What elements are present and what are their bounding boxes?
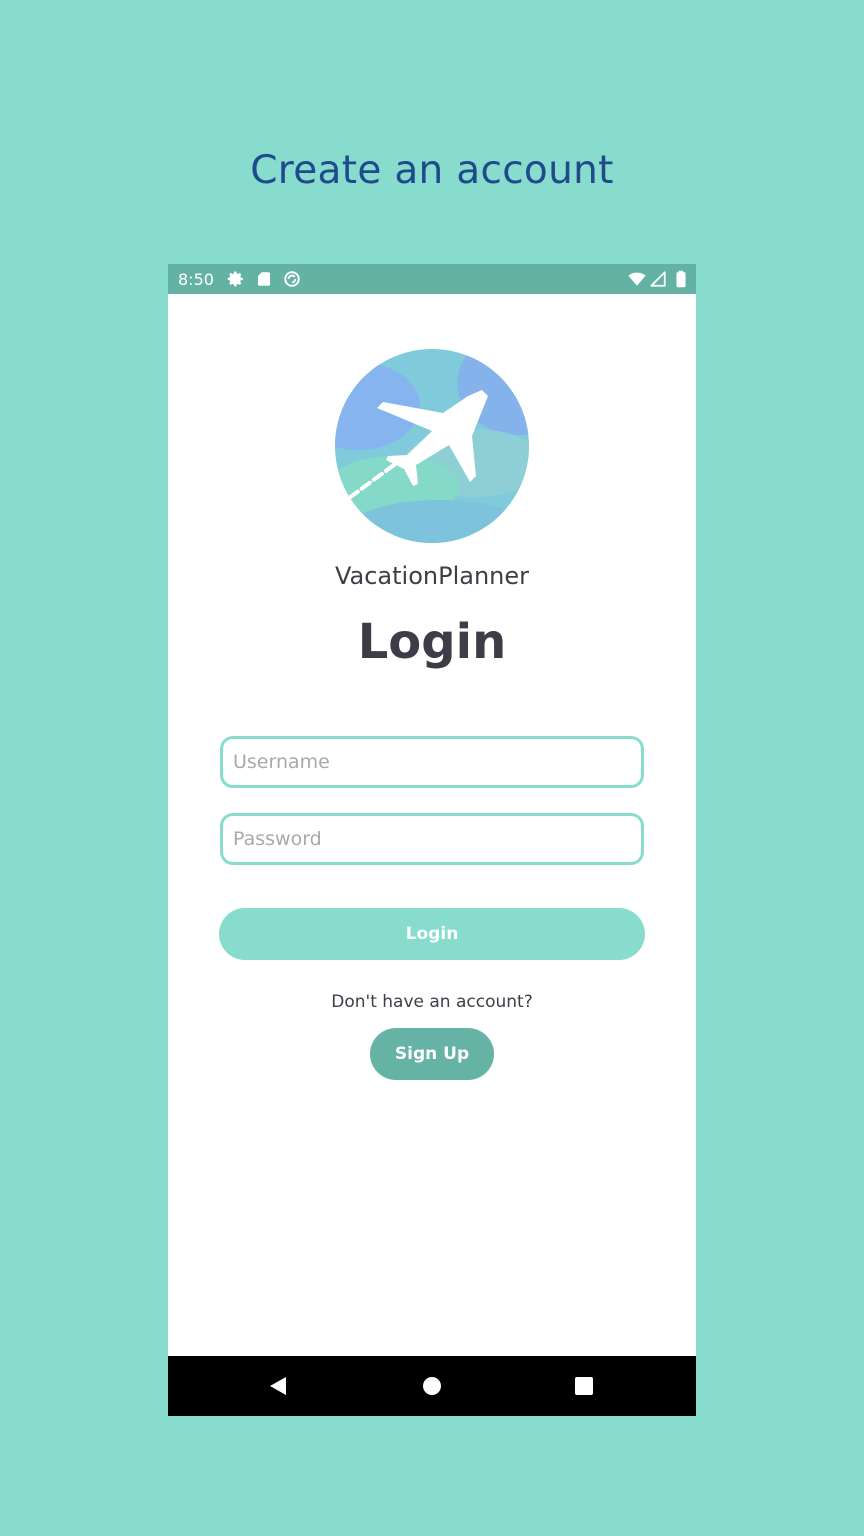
sd-card-icon: [258, 272, 270, 286]
app-name: VacationPlanner: [334, 562, 530, 590]
home-icon[interactable]: [420, 1374, 444, 1398]
login-button[interactable]: Login: [219, 908, 645, 960]
phone-screen: 8:50 VacationPlanner Login Username Logi…: [168, 264, 696, 1416]
signup-button[interactable]: Sign Up: [370, 1028, 494, 1080]
password-input[interactable]: [220, 813, 644, 865]
back-icon[interactable]: [266, 1374, 290, 1398]
status-time: 8:50: [178, 270, 214, 289]
app-logo: [335, 349, 529, 543]
username-input[interactable]: [220, 736, 644, 788]
signal-icon: [650, 271, 666, 287]
status-bar: 8:50: [168, 264, 696, 294]
login-title: Login: [357, 614, 507, 670]
battery-icon: [676, 270, 686, 288]
no-account-text: Don't have an account?: [331, 992, 533, 1012]
page-headline: Create an account: [250, 148, 614, 193]
wifi-icon: [628, 272, 646, 286]
recents-icon[interactable]: [572, 1374, 596, 1398]
sync-icon: [284, 271, 300, 287]
gear-icon: [227, 271, 243, 287]
navigation-bar: [168, 1356, 696, 1416]
